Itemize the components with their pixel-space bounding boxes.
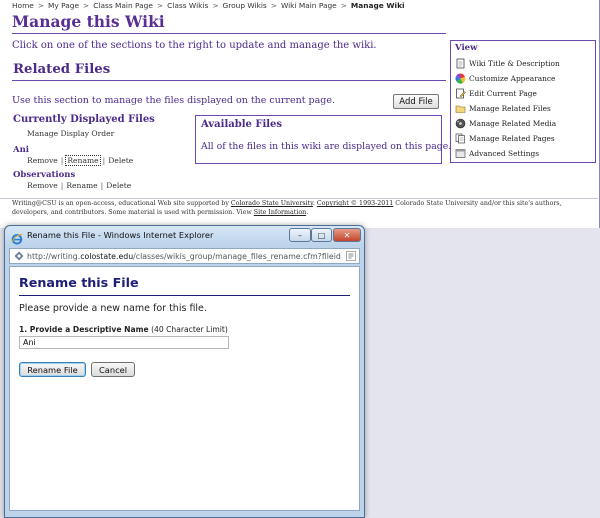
- page-edit-icon: [455, 58, 466, 69]
- popup-content: Rename this File Please provide a new na…: [9, 266, 360, 511]
- view-item-customize-appearance[interactable]: Customize Appearance: [455, 72, 555, 84]
- rename-file-popup-window: Rename this File - Windows Internet Expl…: [4, 225, 365, 518]
- breadcrumb-home[interactable]: Home: [12, 1, 34, 10]
- copyright-link[interactable]: Copyright © 1993-2011: [317, 200, 393, 207]
- manage-display-order-link[interactable]: Manage Display Order: [27, 129, 114, 138]
- window-title-bar[interactable]: Rename this File - Windows Internet Expl…: [5, 226, 364, 246]
- site-information-link[interactable]: Site Information: [254, 209, 306, 216]
- rename-prompt: Please provide a new name for this file.: [19, 303, 207, 314]
- name-field-label: 1. Provide a Descriptive Name (40 Charac…: [19, 325, 228, 334]
- view-item-manage-related-files[interactable]: Manage Related Files: [455, 102, 551, 114]
- csu-link[interactable]: Colorado State University: [231, 200, 313, 207]
- page-icon: [14, 251, 24, 261]
- remove-link[interactable]: Remove: [27, 156, 58, 165]
- remove-link[interactable]: Remove: [27, 181, 58, 190]
- section-divider: [12, 80, 446, 81]
- available-files-box: Available Files All of the files in this…: [195, 115, 451, 164]
- file-actions-ani: Remove | Rename | Delete: [27, 155, 134, 166]
- window-title: Rename this File - Windows Internet Expl…: [27, 230, 214, 240]
- rename-heading: Rename this File: [19, 275, 139, 290]
- view-item-label: Manage Related Pages: [469, 133, 555, 143]
- minimize-icon: –: [298, 230, 302, 240]
- breadcrumb-manage-wiki: Manage Wiki: [350, 1, 405, 10]
- view-item-label: Manage Related Files: [469, 103, 551, 113]
- view-item-label: Customize Appearance: [469, 73, 556, 83]
- view-item-label: Edit Current Page: [469, 88, 537, 98]
- maximize-button[interactable]: □: [311, 228, 332, 242]
- view-item-label: Manage Related Media: [469, 118, 557, 128]
- close-icon: ✕: [343, 230, 351, 240]
- wiki-manage-page: Home > My Page > Class Main Page > Class Wikis…: [0, 0, 600, 228]
- file-name-input[interactable]: [19, 336, 229, 349]
- address-url: http://writing.colostate.edu/classes/wik…: [27, 251, 341, 261]
- pencil-page-icon: [455, 88, 466, 99]
- file-name-observations: Observations: [13, 170, 76, 180]
- maximize-icon: □: [317, 230, 326, 240]
- breadcrumb-my-page[interactable]: My Page: [48, 1, 79, 10]
- footer-divider: [0, 198, 598, 199]
- breadcrumb: Home > My Page > Class Main Page > Class Wikis…: [12, 1, 405, 10]
- breadcrumb-wiki-main-page[interactable]: Wiki Main Page: [281, 1, 337, 10]
- rename-link[interactable]: Rename: [65, 155, 101, 166]
- section-title: Related Files: [13, 62, 111, 77]
- view-panel: View Wiki Title & Description Customize …: [450, 40, 596, 163]
- feed-icon[interactable]: [346, 251, 356, 261]
- rename-link[interactable]: Rename: [66, 181, 97, 190]
- breadcrumb-group-wikis[interactable]: Group Wikis: [223, 1, 267, 10]
- close-button[interactable]: ✕: [333, 228, 361, 242]
- view-item-manage-related-media[interactable]: Manage Related Media: [455, 117, 556, 129]
- delete-link[interactable]: Delete: [108, 156, 133, 165]
- view-item-edit-current-page[interactable]: Edit Current Page: [455, 87, 537, 99]
- delete-link[interactable]: Delete: [106, 181, 131, 190]
- view-item-label: Wiki Title & Description: [469, 58, 560, 68]
- internet-explorer-icon: [11, 230, 23, 245]
- view-item-manage-related-pages[interactable]: Manage Related Pages: [455, 132, 555, 144]
- title-divider: [12, 33, 446, 34]
- current-files-heading: Currently Displayed Files: [13, 114, 155, 125]
- file-actions-observations: Remove | Rename | Delete: [27, 181, 132, 190]
- address-bar[interactable]: http://writing.colostate.edu/classes/wik…: [9, 248, 360, 264]
- section-description: Use this section to manage the files dis…: [12, 95, 335, 106]
- page-title: Manage this Wiki: [12, 12, 165, 31]
- folder-icon: [455, 103, 466, 114]
- file-name-ani: Ani: [13, 145, 30, 155]
- rename-file-button[interactable]: Rename File: [19, 362, 86, 377]
- view-item-advanced-settings[interactable]: Advanced Settings: [455, 147, 539, 159]
- color-wheel-icon: [455, 73, 466, 84]
- minimize-button[interactable]: –: [289, 228, 311, 242]
- page-intro: Click on one of the sections to the righ…: [12, 40, 377, 51]
- available-files-heading: Available Files: [201, 119, 283, 130]
- view-item-wiki-title[interactable]: Wiki Title & Description: [455, 57, 560, 69]
- settings-box-icon: [455, 148, 466, 159]
- pages-icon: [455, 133, 466, 144]
- heading-divider: [19, 295, 350, 296]
- view-item-label: Advanced Settings: [469, 148, 540, 158]
- available-files-message: All of the files in this wiki are displa…: [201, 141, 452, 152]
- add-file-button[interactable]: Add File: [393, 94, 439, 109]
- view-panel-title: View: [455, 43, 478, 53]
- media-icon: [455, 118, 466, 129]
- site-footer: Writing@CSU is an open-access, education…: [12, 200, 562, 216]
- breadcrumb-class-wikis[interactable]: Class Wikis: [167, 1, 208, 10]
- cancel-button[interactable]: Cancel: [91, 362, 135, 377]
- breadcrumb-class-main-page[interactable]: Class Main Page: [93, 1, 153, 10]
